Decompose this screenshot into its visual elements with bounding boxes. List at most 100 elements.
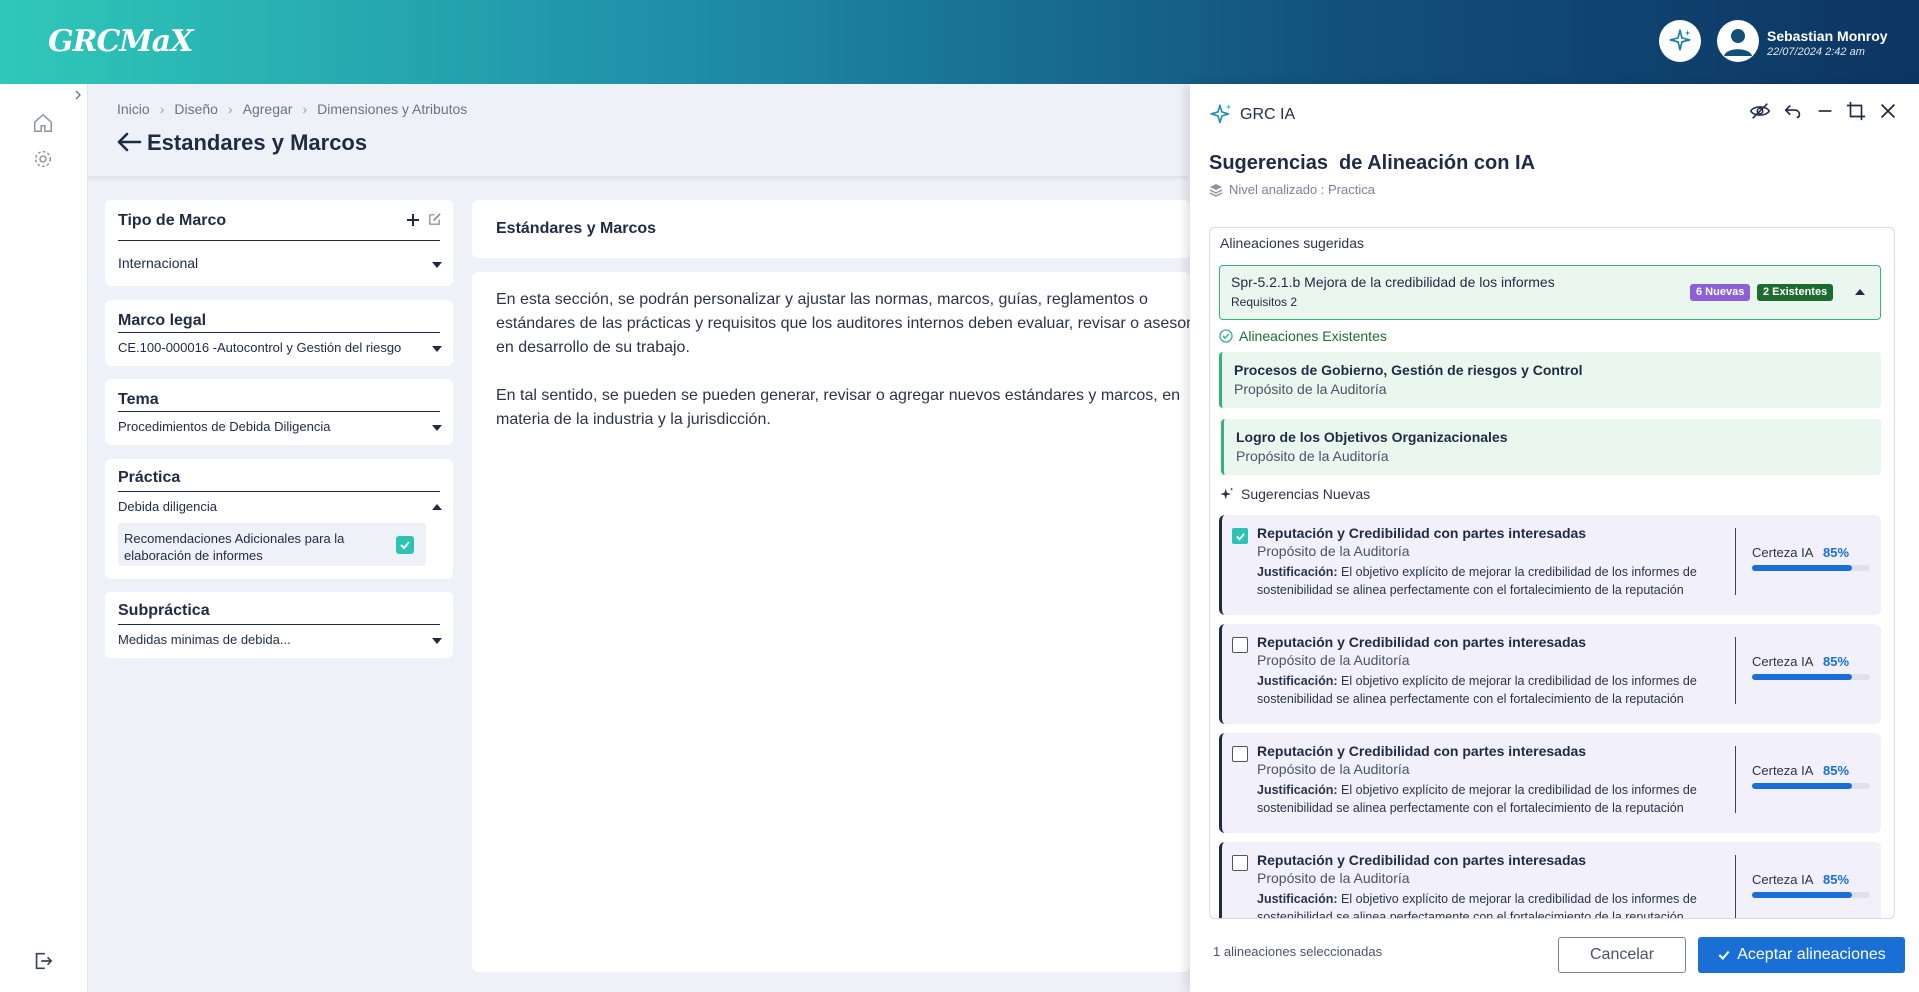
field-underline [118, 491, 440, 492]
content-title: Estándares y Marcos [496, 220, 657, 237]
suggestion-sub: Propósito de la Auditoría [1257, 870, 1410, 886]
justification-label: Justificación: [1257, 565, 1338, 579]
certainty-label: Certeza IA [1752, 872, 1814, 887]
suggestion-sub: Propósito de la Auditoría [1257, 543, 1410, 559]
suggestion-item[interactable]: Reputación y Credibilidad con partes int… [1219, 624, 1881, 724]
plus-icon[interactable] [406, 213, 420, 227]
chevron-down-icon[interactable] [432, 425, 442, 431]
minimize-icon[interactable] [1814, 100, 1836, 122]
suggestion-title: Reputación y Credibilidad con partes int… [1257, 525, 1587, 541]
app-logo[interactable]: GRCMaX [48, 24, 193, 59]
existing-alignments-label: Alineaciones Existentes [1219, 328, 1387, 344]
marco-legal-title: Marco legal [118, 312, 207, 329]
breadcrumb-separator: › [159, 101, 165, 117]
suggestion-sub: Propósito de la Auditoría [1257, 761, 1410, 777]
practica-sub-item[interactable]: Recomendaciones Adicionales para la elab… [118, 523, 426, 566]
sparkle-icon [1220, 487, 1234, 500]
suggestion-checkbox[interactable] [1232, 855, 1248, 871]
suggestion-checkbox[interactable] [1232, 637, 1248, 653]
cancel-button[interactable]: Cancelar [1558, 937, 1686, 973]
tipo-marco-select[interactable]: Internacional [118, 255, 198, 271]
subpractica-select[interactable]: Medidas minimas de debida... [118, 632, 291, 647]
breadcrumb-diseno[interactable]: Diseño [174, 101, 218, 117]
suggestion-item[interactable]: Reputación y Credibilidad con partes int… [1219, 733, 1881, 833]
sub-item-checkbox[interactable] [396, 536, 414, 554]
checkmark-icon [1718, 950, 1730, 961]
breadcrumb-inicio[interactable]: Inicio [117, 101, 150, 117]
gear-icon[interactable] [32, 148, 54, 170]
logout-icon[interactable] [32, 950, 54, 972]
marco-legal-select[interactable]: CE.100-000016 -Autocontrol y Gestión del… [118, 340, 401, 355]
user-datetime: 22/07/2024 2:42 am [1767, 46, 1865, 58]
accept-alignments-button[interactable]: Aceptar alineaciones [1698, 937, 1905, 973]
suggested-alignments-label: Alineaciones sugeridas [1220, 235, 1364, 251]
sparkle-icon [1669, 29, 1691, 51]
new-suggestions-text: Sugerencias Nuevas [1241, 486, 1371, 502]
suggestion-title: Reputación y Credibilidad con partes int… [1257, 852, 1587, 868]
field-underline [118, 332, 440, 333]
content-paragraph: En esta sección, se podrán personalizar … [496, 291, 1190, 356]
suggestion-justification: Justificación: El objetivo explícito de … [1257, 672, 1722, 708]
undo-icon[interactable] [1782, 100, 1804, 122]
existing-alignment-item[interactable]: Procesos de Gobierno, Gestión de riesgos… [1219, 352, 1881, 408]
user-avatar[interactable] [1717, 20, 1759, 62]
user-name: Sebastian Monroy [1767, 28, 1888, 44]
ai-assistant-button[interactable] [1659, 20, 1701, 62]
marco-legal-card: Marco legal CE.100-000016 -Autocontrol y… [105, 300, 453, 366]
suggestion-checkbox[interactable] [1232, 746, 1248, 762]
chevron-down-icon[interactable] [432, 262, 442, 268]
close-icon[interactable] [1877, 100, 1899, 122]
justification-label: Justificación: [1257, 674, 1338, 688]
chevron-down-icon[interactable] [432, 346, 442, 352]
existing-alignments-text: Alineaciones Existentes [1239, 328, 1387, 344]
existing-alignment-title: Logro de los Objetivos Organizacionales [1236, 429, 1508, 445]
practica-sub-item-label: Recomendaciones Adicionales para la elab… [124, 531, 345, 563]
panel-level: Nivel analizado : Practica [1209, 182, 1375, 197]
suggestion-sub: Propósito de la Auditoría [1257, 652, 1410, 668]
chevron-up-icon[interactable] [432, 504, 442, 510]
field-underline [118, 624, 440, 625]
existing-alignment-sub: Propósito de la Auditoría [1236, 448, 1389, 464]
panel-brand: GRC IA [1208, 102, 1295, 128]
suggestion-checkbox[interactable] [1232, 528, 1248, 544]
certainty-bar [1752, 565, 1870, 571]
certainty-bar [1752, 783, 1870, 789]
breadcrumb-dimensiones[interactable]: Dimensiones y Atributos [317, 101, 467, 117]
badge-existing: 2 Existentes [1757, 284, 1834, 301]
existing-alignment-item[interactable]: Logro de los Objetivos Organizacionales … [1221, 419, 1881, 475]
suggestion-title: Reputación y Credibilidad con partes int… [1257, 743, 1587, 759]
subpractica-card: Subpráctica Medidas minimas de debida... [105, 592, 453, 658]
suggestion-title: Reputación y Credibilidad con partes int… [1257, 634, 1587, 650]
selected-count: 1 alineaciones seleccionadas [1213, 944, 1383, 959]
suggestion-item[interactable]: Reputación y Credibilidad con partes int… [1219, 842, 1881, 918]
chevron-right-icon[interactable] [72, 89, 84, 101]
certainty-percent: 85% [1823, 545, 1850, 560]
eye-off-icon[interactable] [1749, 100, 1771, 122]
certainty-bar-fill [1752, 674, 1853, 680]
check-circle-icon [1219, 329, 1233, 343]
user-avatar-icon [1724, 29, 1752, 56]
crop-icon[interactable] [1845, 100, 1867, 122]
back-arrow-icon[interactable] [116, 131, 142, 153]
justification-label: Justificación: [1257, 892, 1338, 906]
breadcrumb-agregar[interactable]: Agregar [243, 101, 293, 117]
checkmark-icon [400, 541, 410, 550]
practica-select[interactable]: Debida diligencia [118, 499, 217, 514]
suggestion-item[interactable]: Reputación y Credibilidad con partes int… [1219, 515, 1881, 615]
field-underline [118, 411, 440, 412]
breadcrumb-separator: › [227, 101, 233, 117]
edit-icon[interactable] [427, 212, 442, 227]
tema-select[interactable]: Procedimientos de Debida Diligencia [118, 419, 330, 434]
certainty-bar [1752, 674, 1870, 680]
top-bar: GRCMaX Sebastian Monroy 22/07/2024 2:42 … [0, 0, 1919, 84]
sparkle-icon [1210, 104, 1232, 124]
chevron-up-icon[interactable] [1855, 289, 1865, 295]
suggestion-justification: Justificación: El objetivo explícito de … [1257, 563, 1722, 599]
requirement-header[interactable]: Spr-5.2.1.b Mejora de la credibilidad de… [1219, 265, 1881, 320]
chevron-down-icon[interactable] [432, 638, 442, 644]
certainty-bar-fill [1752, 565, 1853, 571]
suggestion-divider [1735, 855, 1736, 918]
home-icon[interactable] [32, 112, 54, 134]
certainty-label: Certeza IA [1752, 763, 1814, 778]
certainty-bar-fill [1752, 783, 1853, 789]
